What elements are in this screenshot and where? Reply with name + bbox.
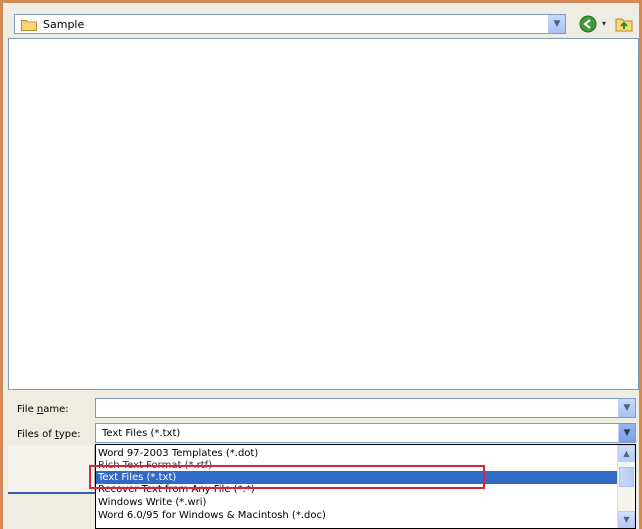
back-icon[interactable] bbox=[578, 14, 598, 34]
blue-rule bbox=[8, 492, 98, 494]
file-list[interactable] bbox=[8, 38, 639, 390]
look-in-value: Sample bbox=[43, 18, 85, 31]
button-edge bbox=[8, 445, 95, 491]
window-frame-left bbox=[0, 0, 3, 529]
chevron-down-icon[interactable]: ▼ bbox=[618, 399, 635, 417]
chevron-down-icon[interactable]: ▼ bbox=[618, 424, 635, 442]
up-folder-icon[interactable] bbox=[614, 14, 634, 34]
files-of-type-value: Text Files (*.txt) bbox=[102, 428, 181, 439]
back-dropdown-icon[interactable]: ▾ bbox=[602, 19, 606, 28]
look-in-combobox[interactable]: Sample ▼ bbox=[14, 14, 566, 34]
file-name-combobox[interactable]: ▼ bbox=[95, 398, 636, 418]
files-of-type-combobox[interactable]: Text Files (*.txt) ▼ bbox=[95, 423, 636, 443]
scroll-up-icon[interactable]: ▲ bbox=[618, 445, 635, 462]
chevron-down-icon[interactable]: ▼ bbox=[548, 15, 565, 33]
scroll-down-icon[interactable]: ▼ bbox=[618, 511, 635, 528]
file-name-label: File name: bbox=[17, 404, 69, 415]
scroll-thumb[interactable] bbox=[619, 467, 634, 487]
window-frame-top bbox=[0, 0, 642, 3]
list-item[interactable]: Windows Write (*.wri) bbox=[96, 496, 618, 509]
dropdown-scrollbar[interactable]: ▲ ▼ bbox=[617, 445, 635, 528]
highlight-annotation-box bbox=[89, 465, 485, 489]
files-of-type-label: Files of type: bbox=[17, 429, 81, 440]
folder-icon bbox=[21, 18, 37, 34]
list-item[interactable]: Word 6.0/95 for Windows & Macintosh (*.d… bbox=[96, 509, 618, 522]
